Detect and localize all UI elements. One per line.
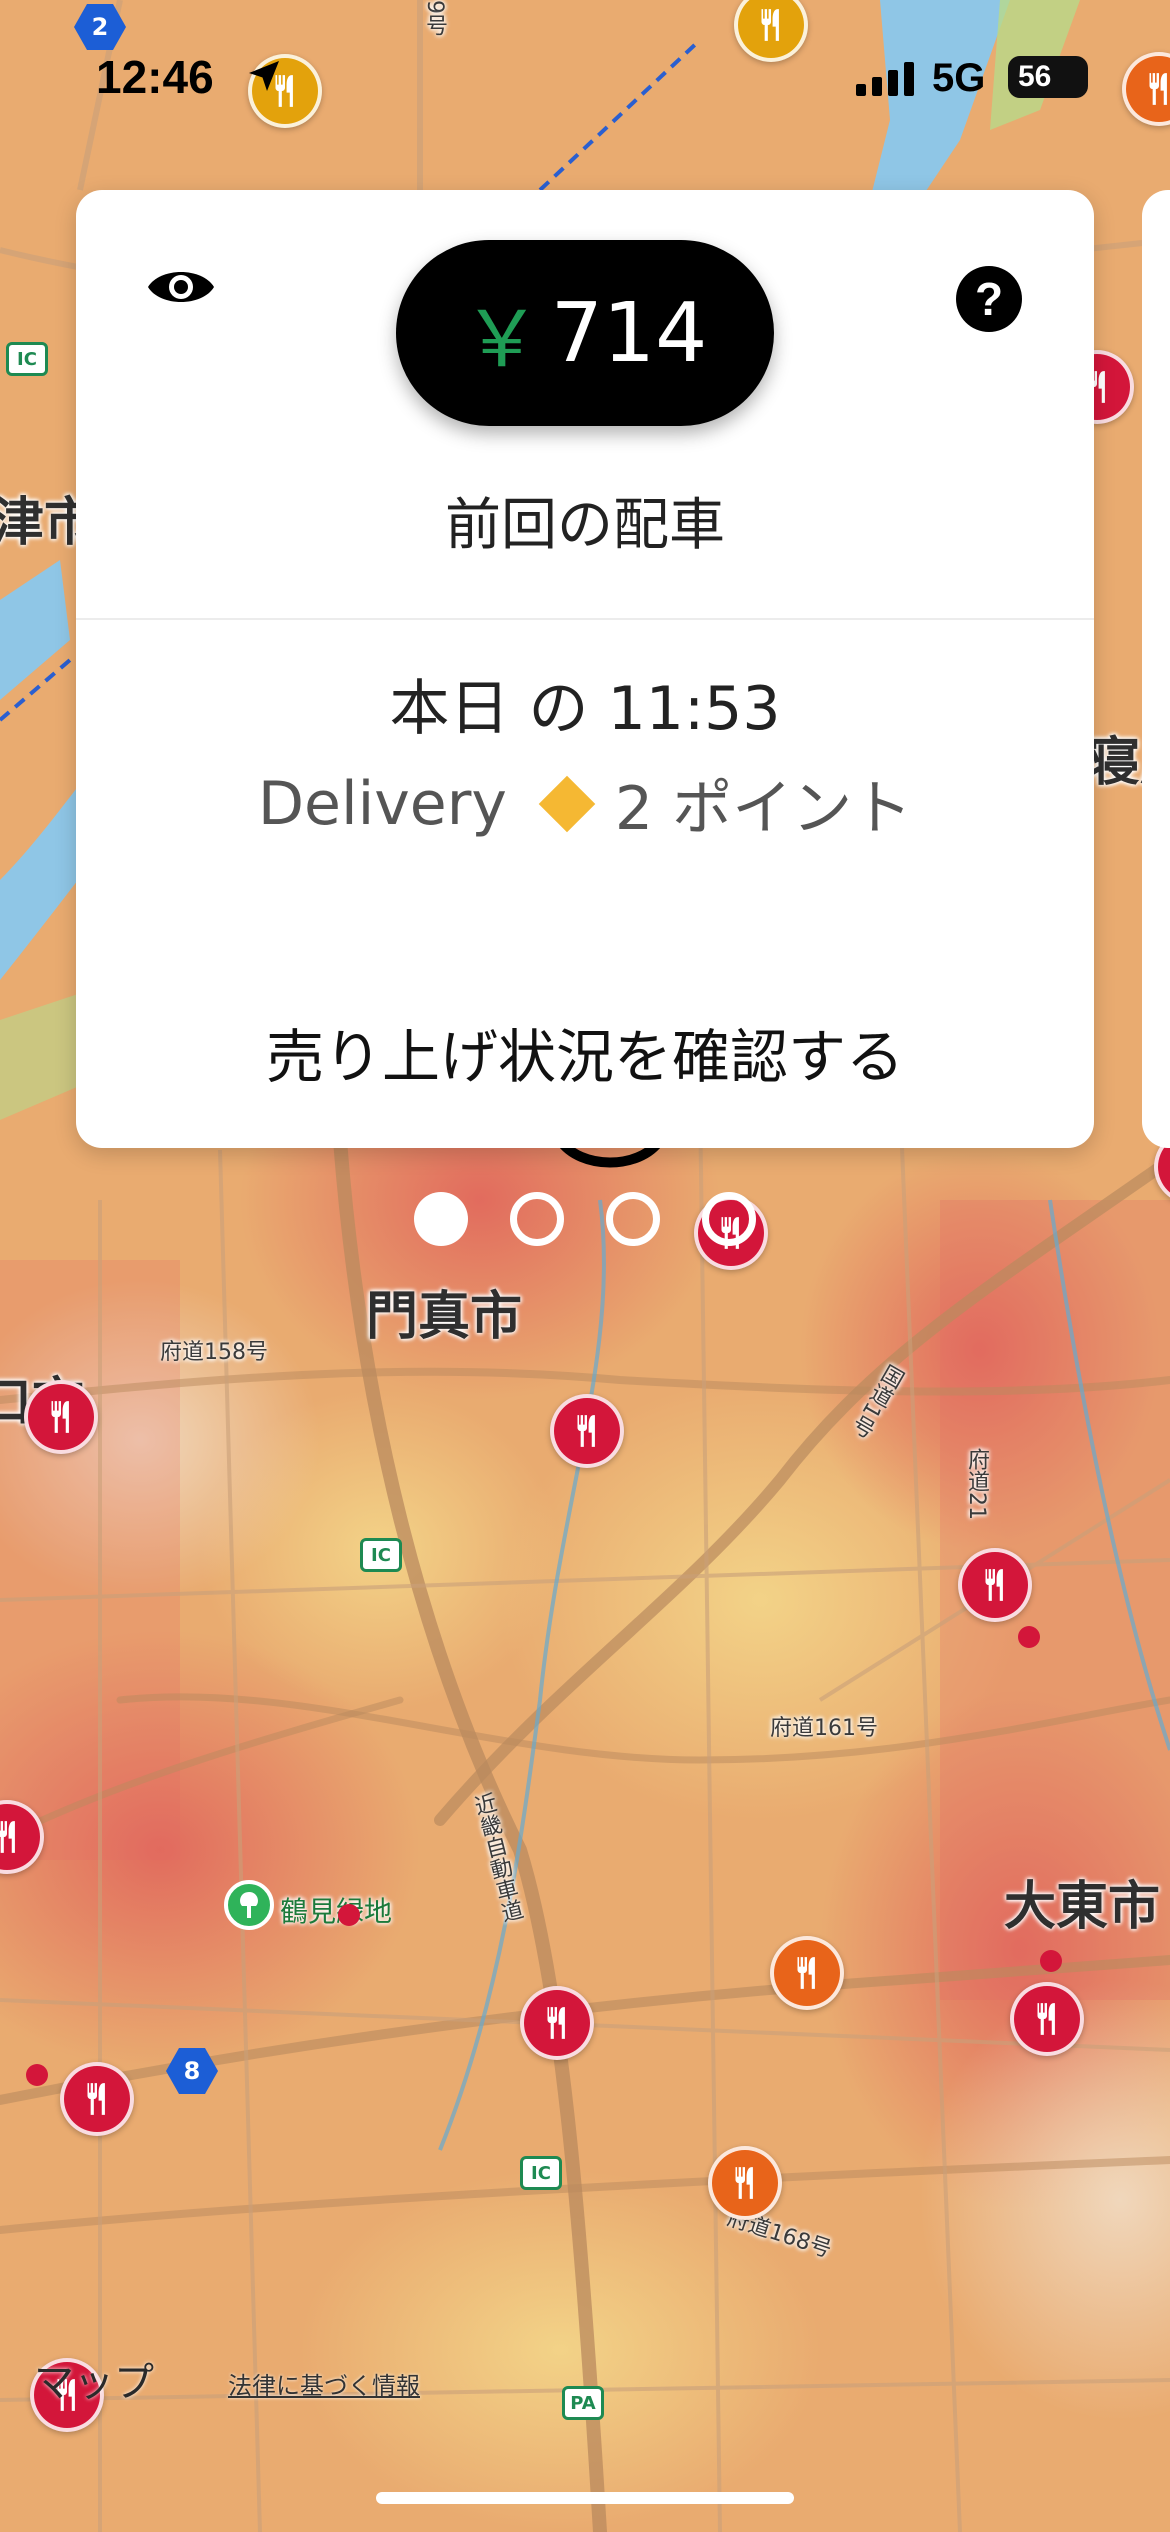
card-divider [76, 618, 1094, 620]
restaurant-pin[interactable] [550, 1394, 624, 1468]
restaurant-pin[interactable] [1010, 1982, 1084, 2056]
ic-badge: IC [520, 2156, 562, 2190]
restaurant-pin[interactable] [958, 1548, 1032, 1622]
trip-detail: Delivery 2 ポイント [76, 760, 1094, 847]
ic-badge: IC [6, 342, 48, 376]
trip-points: 2 ポイント [614, 774, 913, 844]
pa-badge: PA [562, 2386, 604, 2420]
restaurant-pin[interactable] [770, 1936, 844, 2010]
trip-type: Delivery [257, 768, 507, 839]
battery-indicator: 56 [1008, 56, 1088, 98]
map-dot [338, 1904, 360, 1926]
legal-info-link[interactable]: 法律に基づく情報 [228, 2366, 420, 2401]
map-dot [1018, 1626, 1040, 1648]
currency-symbol: ￥ [462, 295, 541, 385]
pager-dot-3[interactable] [606, 1192, 660, 1246]
map-label-daito: 大東市 [1004, 1877, 1161, 1937]
pager-dot-4[interactable] [702, 1192, 756, 1246]
last-trip-card[interactable]: ￥ 714 ? 前回の配車 本日 の 11:53 Delivery 2 ポイント… [76, 190, 1094, 1148]
map-label-fudo161: 府道161号 [770, 1716, 878, 1741]
points-diamond-icon [538, 775, 596, 832]
status-bar: 12:46 5G 56 [0, 0, 1170, 150]
park-icon [224, 1880, 274, 1930]
earnings-amount: 714 [550, 285, 708, 381]
map-label-kadoma: 門真市 [366, 1287, 523, 1347]
signal-bars-icon [856, 62, 914, 96]
help-icon[interactable]: ? [956, 266, 1022, 332]
map-dot [1040, 1950, 1062, 1972]
pager-dot-2[interactable] [510, 1192, 564, 1246]
eye-icon[interactable] [146, 262, 216, 312]
maps-logo: マップ [34, 2360, 154, 2406]
trip-time: 本日 の 11:53 [389, 674, 781, 744]
restaurant-pin[interactable] [24, 1380, 98, 1454]
status-time: 12:46 [96, 51, 214, 103]
restaurant-pin[interactable] [60, 2062, 134, 2136]
home-indicator[interactable] [376, 2492, 794, 2504]
earnings-pill[interactable]: ￥ 714 [396, 240, 774, 426]
location-arrow-icon [249, 61, 279, 91]
card-subtitle: 前回の配車 [445, 493, 725, 558]
map-label-fudo158: 府道158号 [160, 1340, 268, 1365]
restaurant-pin[interactable] [708, 2146, 782, 2220]
pager-dot-1[interactable] [414, 1192, 468, 1246]
next-card-peek[interactable] [1142, 190, 1170, 1148]
map-dot [26, 2064, 48, 2086]
ic-badge: IC [360, 1538, 402, 1572]
view-earnings-link[interactable]: 売り上げ状況を確認する [76, 1010, 1094, 1094]
map-label-fudo21: 府道21 [964, 1448, 989, 1520]
map-label-tsurumi-park: 鶴見緑地 [280, 1895, 393, 1928]
network-type: 5G [932, 56, 986, 100]
battery-level: 56 [1018, 60, 1052, 93]
restaurant-pin[interactable] [520, 1986, 594, 2060]
